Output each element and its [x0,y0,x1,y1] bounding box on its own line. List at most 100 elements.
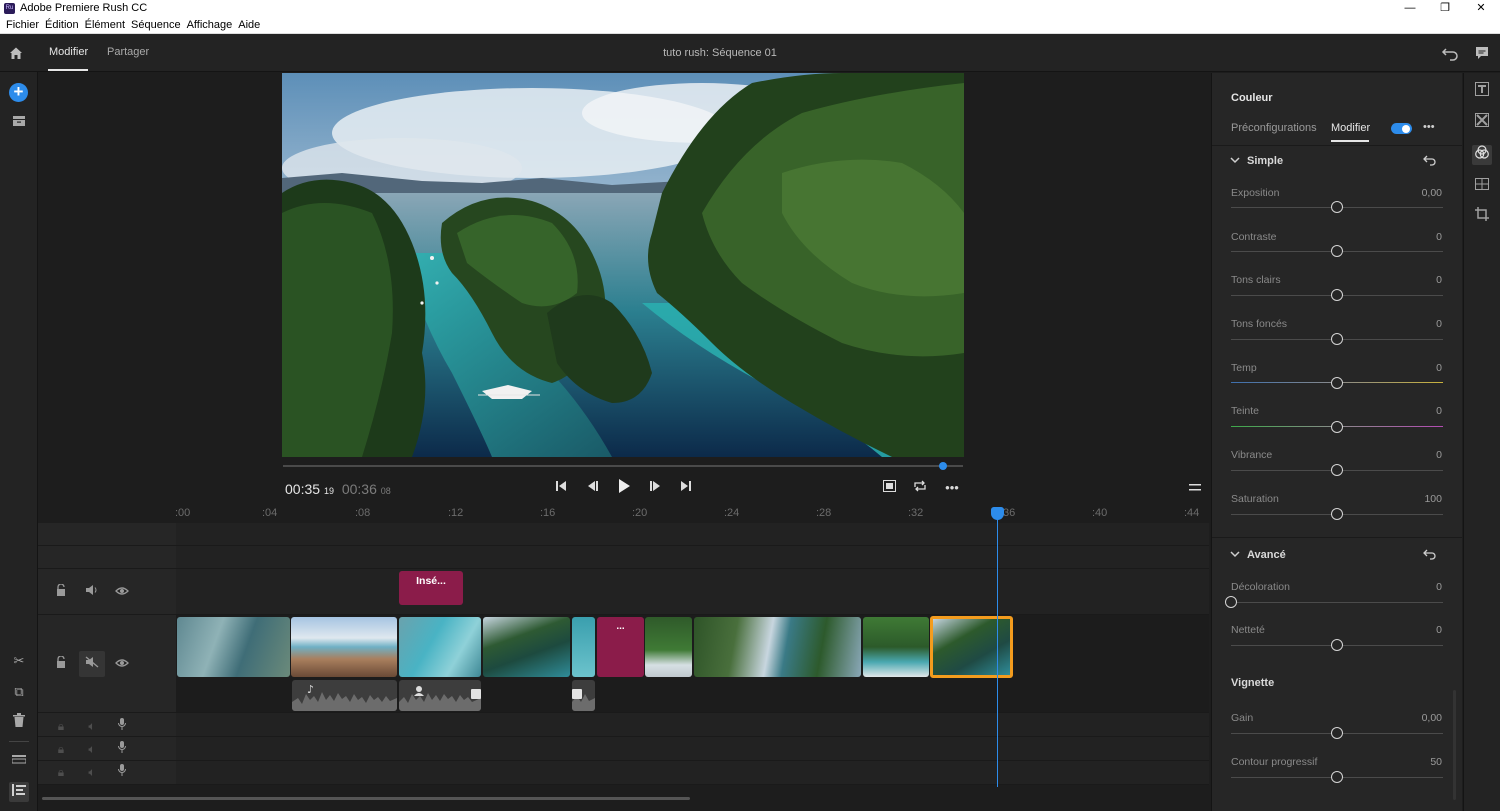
chevron-down-icon[interactable] [1230,155,1240,165]
contour-progressif-slider-knob[interactable] [1331,771,1343,783]
menu-fichier[interactable]: Fichier [6,17,39,33]
lock-icon[interactable]: 🔒︎ [53,764,69,780]
volume-icon[interactable]: 🔈︎ [84,718,100,734]
add-media-button[interactable]: + [9,83,28,102]
nettete-slider-knob[interactable] [1331,639,1343,651]
projects-icon[interactable] [9,113,29,133]
title-video-clip[interactable]: ... [597,617,644,677]
video-clip[interactable] [694,617,861,677]
vibrance-slider-knob[interactable] [1331,464,1343,476]
title-clip[interactable]: Insé... [399,571,463,605]
lock-icon[interactable] [53,655,69,672]
lock-icon[interactable] [53,583,69,600]
contraste-value[interactable]: 0 [1436,231,1442,243]
feedback-icon[interactable] [1474,45,1490,61]
decoloration-slider-knob[interactable] [1225,596,1237,608]
tons-clairs-slider-knob[interactable] [1331,289,1343,301]
step-back-icon[interactable] [582,479,604,497]
transitions-icon[interactable] [1472,113,1492,133]
menu-edition[interactable]: Édition [45,17,79,33]
microphone-icon[interactable] [114,741,130,757]
temp-slider-knob[interactable] [1331,377,1343,389]
tab-modifier-color[interactable]: Modifier [1331,122,1370,134]
playback-scrubber[interactable] [283,465,963,467]
color-icon[interactable] [1472,145,1492,165]
crop-icon[interactable] [1472,207,1492,227]
decoloration-slider[interactable] [1231,602,1443,603]
gain-value[interactable]: 0,00 [1422,712,1442,724]
decoloration-value[interactable]: 0 [1436,581,1442,593]
microphone-icon[interactable] [114,718,130,734]
timeline-ruler[interactable] [176,505,1209,523]
timeline-scrollbar[interactable] [42,797,690,800]
video-preview[interactable] [282,73,964,457]
fullscreen-icon[interactable] [878,479,900,497]
audio-clip[interactable]: ♪ [292,680,397,711]
tab-preconfigurations[interactable]: Préconfigurations [1231,122,1317,134]
titles-icon[interactable] [1472,82,1492,102]
minimize-button[interactable]: — [1393,0,1427,17]
muted-volume-icon[interactable] [84,656,100,672]
scrubber-handle[interactable] [938,462,947,470]
tons-clairs-value[interactable]: 0 [1436,274,1442,286]
chevron-down-icon[interactable] [1230,549,1240,559]
exposition-value[interactable]: 0,00 [1422,187,1442,199]
panel-menu-icon[interactable] [1184,479,1206,497]
tons-fonces-value[interactable]: 0 [1436,318,1442,330]
video-clip[interactable] [572,617,595,677]
lock-icon[interactable]: 🔒︎ [53,718,69,734]
track-panel-icon[interactable] [9,782,29,802]
video-clip[interactable] [291,617,397,677]
video-clip[interactable] [863,617,929,677]
reset-icon[interactable] [1423,154,1437,166]
contour-progressif-value[interactable]: 50 [1430,756,1442,768]
menu-element[interactable]: Élément [85,17,125,33]
tons-fonces-slider-knob[interactable] [1331,333,1343,345]
go-to-start-icon[interactable] [550,479,572,497]
go-to-end-icon[interactable] [675,479,697,497]
saturation-value[interactable]: 100 [1424,493,1442,505]
transition-icon[interactable] [572,689,582,699]
color-toggle[interactable] [1391,123,1412,134]
video-clip[interactable] [399,617,481,677]
nettete-value[interactable]: 0 [1436,624,1442,636]
audio-clip[interactable] [399,680,481,711]
contraste-slider-knob[interactable] [1331,245,1343,257]
scissors-icon[interactable]: ✂ [9,651,29,671]
track-height-icon[interactable] [9,751,29,771]
more-options-icon[interactable]: ••• [941,479,963,497]
close-button[interactable]: ✕ [1464,0,1498,17]
microphone-icon[interactable] [114,764,130,780]
eye-icon[interactable] [114,584,130,600]
loop-icon[interactable] [909,479,931,497]
gain-slider-knob[interactable] [1331,727,1343,739]
reset-icon[interactable] [1423,548,1437,560]
step-forward-icon[interactable] [644,479,666,497]
menu-aide[interactable]: Aide [238,17,260,33]
exposition-slider-knob[interactable] [1331,201,1343,213]
section-avance-title[interactable]: Avancé [1247,549,1286,561]
video-clip[interactable] [483,617,570,677]
eye-icon[interactable] [114,656,130,672]
teinte-slider-knob[interactable] [1331,421,1343,433]
selected-video-clip[interactable] [930,616,1013,678]
volume-icon[interactable] [84,584,100,600]
trash-icon[interactable] [9,713,29,733]
video-clip[interactable] [177,617,290,677]
panel-scrollbar[interactable] [1453,690,1456,800]
panel-more-icon[interactable]: ••• [1423,121,1435,133]
transition-icon[interactable] [471,689,481,699]
video-clip[interactable] [645,617,692,677]
menu-affichage[interactable]: Affichage [187,17,233,33]
saturation-slider-knob[interactable] [1331,508,1343,520]
volume-icon[interactable]: 🔈︎ [84,764,100,780]
playhead-handle[interactable] [991,507,1004,520]
undo-icon[interactable] [1441,45,1459,61]
volume-icon[interactable]: 🔈︎ [84,741,100,757]
teinte-value[interactable]: 0 [1436,405,1442,417]
lock-icon[interactable]: 🔒︎ [53,741,69,757]
play-icon[interactable] [613,479,635,497]
speed-icon[interactable] [1472,176,1492,196]
maximize-button[interactable]: ❐ [1428,0,1462,17]
menu-sequence[interactable]: Séquence [131,17,181,33]
